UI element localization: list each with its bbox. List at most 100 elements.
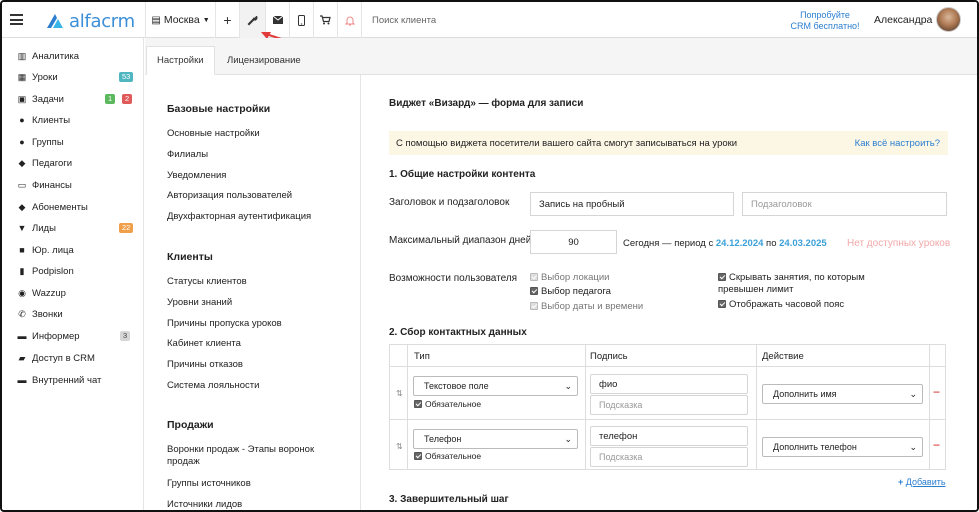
option-show-timezone[interactable]: Отображать часовой пояс bbox=[718, 299, 844, 311]
option-label: Отображать часовой пояс bbox=[729, 299, 845, 310]
sidebar-item-label: Звонки bbox=[32, 308, 63, 320]
field-hint-input[interactable]: Подсказка bbox=[590, 395, 748, 415]
field-hint-input[interactable]: Подсказка bbox=[590, 447, 748, 467]
sidebar-item-label: Информер bbox=[32, 330, 80, 342]
checkbox-icon[interactable] bbox=[530, 273, 538, 281]
tab-settings[interactable]: Настройки bbox=[146, 46, 215, 75]
menu-link-lead-sources[interactable]: Источники лидов bbox=[167, 499, 337, 510]
contact-fields-table: Тип Подпись Действие ⇅ Текстовое поле ⌄ О… bbox=[389, 344, 946, 470]
sidebar-item-label: Педагоги bbox=[32, 157, 73, 169]
table-row-divider bbox=[390, 366, 945, 367]
sidebar-item-leads[interactable]: ▼ Лиды 22 bbox=[16, 220, 136, 236]
client-search-input[interactable]: Поиск клиента bbox=[361, 2, 521, 38]
trial-promo-link[interactable]: Попробуйте CRM бесплатно! bbox=[780, 10, 870, 32]
menu-link-notifications[interactable]: Уведомления bbox=[167, 170, 337, 182]
menu-link-branches[interactable]: Филиалы bbox=[167, 149, 337, 161]
type-select[interactable]: Текстовое поле ⌄ bbox=[413, 376, 578, 396]
sidebar-item-internal-chat[interactable]: ▬ Внутренний чат bbox=[16, 372, 136, 388]
caret-down-icon: ▼ bbox=[202, 16, 210, 24]
logo-icon bbox=[47, 14, 63, 28]
checkbox-icon[interactable] bbox=[718, 273, 726, 281]
action-select[interactable]: Дополнить имя ⌄ bbox=[762, 384, 923, 404]
add-field-button[interactable]: + Добавить bbox=[898, 477, 946, 487]
sidebar-item-lessons[interactable]: ▦ Уроки 53 bbox=[16, 69, 136, 85]
sidebar-item-crm-access[interactable]: ▰ Доступ в CRM bbox=[16, 350, 136, 366]
remove-row-icon[interactable]: − bbox=[933, 438, 940, 452]
add-button[interactable]: + bbox=[215, 2, 239, 38]
notice-text: С помощью виджета посетители вашего сайт… bbox=[396, 137, 738, 149]
sidebar-item-clients[interactable]: ● Клиенты bbox=[16, 112, 136, 128]
sidebar-item-legal-entities[interactable]: ■ Юр. лица bbox=[16, 242, 136, 258]
notifications-button[interactable] bbox=[337, 2, 361, 38]
sidebar-item-subscriptions[interactable]: ◆ Абонементы bbox=[16, 199, 136, 215]
checkbox-icon[interactable] bbox=[530, 302, 538, 310]
sidebar-item-teachers[interactable]: ◆ Педагоги bbox=[16, 155, 136, 171]
sidebar-item-label: Клиенты bbox=[32, 114, 71, 126]
clipboard-icon: ▣ bbox=[17, 93, 27, 104]
setup-help-link[interactable]: Как всё настроить? bbox=[855, 138, 940, 149]
top-bar: alfacrm ▤ Москва ▼ + Поиск клиента Попро… bbox=[2, 2, 977, 38]
user-name[interactable]: Александра bbox=[874, 14, 932, 26]
sidebar-item-podpislon[interactable]: ▮ Podpislon bbox=[16, 263, 136, 279]
menu-link-sales-funnels[interactable]: Воронки продаж - Этапы воронок продаж bbox=[167, 444, 337, 468]
avatar[interactable] bbox=[936, 7, 961, 32]
tasks-overdue-badge: 2 bbox=[122, 94, 133, 104]
menu-link-source-groups[interactable]: Группы источников bbox=[167, 478, 337, 490]
menu-link-loyalty[interactable]: Система лояльности bbox=[167, 380, 337, 392]
option-hide-over-limit[interactable]: Скрывать занятия, по которым превышен ли… bbox=[718, 272, 888, 296]
tab-licensing[interactable]: Лицензирование bbox=[217, 46, 311, 75]
field-label-input[interactable]: телефон bbox=[590, 426, 748, 446]
drag-handle-icon[interactable]: ⇅ bbox=[396, 389, 403, 398]
informer-count-badge: 3 bbox=[120, 331, 131, 341]
table-divider bbox=[929, 345, 930, 469]
required-checkbox[interactable]: Обязательное bbox=[414, 450, 481, 462]
sidebar-item-label: Внутренний чат bbox=[32, 374, 102, 386]
sidebar-item-calls[interactable]: ✆ Звонки bbox=[16, 306, 136, 322]
checkbox-icon[interactable] bbox=[530, 287, 538, 295]
required-checkbox[interactable]: Обязательное bbox=[414, 398, 481, 410]
menu-link-absence-reasons[interactable]: Причины пропуска уроков bbox=[167, 318, 337, 330]
range-text: Сегодня — период с bbox=[623, 238, 714, 249]
checkbox-icon[interactable] bbox=[414, 400, 422, 408]
sidebar-item-tasks[interactable]: ▣ Задачи 1 2 bbox=[16, 91, 136, 107]
action-select[interactable]: Дополнить телефон ⌄ bbox=[762, 437, 923, 457]
sidebar-item-analytics[interactable]: ▥ Аналитика bbox=[16, 48, 136, 64]
sidebar-item-finance[interactable]: ▭ Финансы bbox=[16, 177, 136, 193]
drag-handle-icon[interactable]: ⇅ bbox=[396, 442, 403, 451]
table-row-divider bbox=[390, 419, 945, 420]
remove-row-icon[interactable]: − bbox=[933, 385, 940, 399]
heading-input[interactable]: Запись на пробный bbox=[530, 192, 734, 216]
sidebar-item-informer[interactable]: ▬ Информер 3 bbox=[16, 328, 136, 344]
range-mid-text: по bbox=[766, 238, 777, 249]
menu-link-main-settings[interactable]: Основные настройки bbox=[167, 128, 337, 140]
branch-select[interactable]: ▤ Москва ▼ bbox=[145, 2, 215, 38]
no-lessons-warning: Нет доступных уроков bbox=[847, 238, 951, 249]
checkbox-icon[interactable] bbox=[718, 300, 726, 308]
sidebar-item-wazzup[interactable]: ◉ Wazzup bbox=[16, 285, 136, 301]
option-location[interactable]: Выбор локации bbox=[530, 272, 609, 284]
menu-link-client-statuses[interactable]: Статусы клиентов bbox=[167, 276, 337, 288]
menu-link-client-cabinet[interactable]: Кабинет клиента bbox=[167, 338, 337, 350]
subheading-input[interactable]: Подзаголовок bbox=[742, 192, 947, 216]
logo[interactable]: alfacrm bbox=[44, 10, 135, 32]
phone-icon: ✆ bbox=[18, 308, 26, 319]
menu-link-refusal-reasons[interactable]: Причины отказов bbox=[167, 359, 337, 371]
checkbox-icon[interactable] bbox=[414, 452, 422, 460]
lock-icon: ▰ bbox=[18, 352, 26, 363]
menu-link-user-auth[interactable]: Авторизация пользователей bbox=[167, 190, 337, 202]
required-label: Обязательное bbox=[425, 399, 482, 409]
type-select[interactable]: Телефон ⌄ bbox=[413, 429, 578, 449]
menu-link-knowledge-levels[interactable]: Уровни знаний bbox=[167, 297, 337, 309]
menu-icon[interactable] bbox=[10, 14, 23, 25]
option-datetime[interactable]: Выбор даты и времени bbox=[530, 301, 643, 313]
option-teacher[interactable]: Выбор педагога bbox=[530, 286, 611, 298]
section-title-final-step: 3. Завершительный шаг bbox=[389, 494, 509, 505]
range-days-input[interactable]: 90 bbox=[530, 230, 617, 254]
sidebar-item-label: Абонементы bbox=[32, 201, 88, 213]
type-select-value: Телефон bbox=[424, 434, 462, 444]
menu-link-2fa[interactable]: Двухфакторная аутентификация bbox=[167, 211, 337, 223]
type-select-value: Текстовое поле bbox=[424, 381, 489, 391]
sidebar-item-groups[interactable]: ● Группы bbox=[16, 134, 136, 150]
promo-line-1: Попробуйте bbox=[800, 10, 850, 20]
field-label-input[interactable]: фио bbox=[590, 374, 748, 394]
